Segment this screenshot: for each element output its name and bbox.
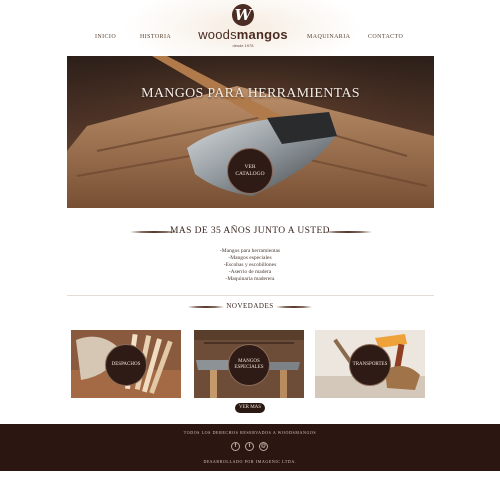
site-header: INICIO HISTORIA W woodsmangos desde 1978… [0,0,500,56]
news-card-mangos-especiales[interactable]: MANGOS ESPECIALES [194,330,304,398]
logo-name-light: woods [198,27,237,42]
news-card-despachos[interactable]: DESPACHOS [71,330,181,398]
feature-item: -Mangos especiales [228,255,272,261]
hero-title: MANGOS PARA HERRAMIENTAS [141,86,360,101]
logo-mark: W [232,4,254,26]
hero-banner: MANGOS PARA HERRAMIENTAS VER CATALOGO [67,56,434,208]
logo[interactable]: W woodsmangos desde 1978 [193,4,293,54]
footer-rights: TODOS LOS DERECHOS RESERVADOS A WOODSMAN… [183,430,317,435]
nav-inicio[interactable]: INICIO [95,34,116,40]
footer-credit: DESARROLLADO POR IMAGENIC LTDA. [203,459,297,464]
news-title: NOVEDADES [226,302,274,310]
card-label-mangos-especiales: MANGOS ESPECIALES [228,344,270,386]
feature-item: -Aserrio de madera [228,269,272,275]
facebook-icon[interactable]: f [231,442,240,451]
right-flourish [276,306,312,308]
features-list: -Mangos para herramientas -Mangos especi… [0,248,500,283]
logo-name-bold: mangos [236,27,288,42]
logo-since: desde 1978 [232,43,254,48]
email-icon[interactable]: @ [259,442,268,451]
news-card-transportes[interactable]: TRANSPORTES [315,330,425,398]
nav-maquinaria[interactable]: MAQUINARIA [307,34,350,40]
nav-historia[interactable]: HISTORIA [140,34,171,40]
card-label-transportes: TRANSPORTES [349,344,391,386]
about-title: MAS DE 35 AÑOS JUNTO A USTED [170,226,330,236]
logo-wordmark: woodsmangos [193,28,293,42]
feature-item: -Mangos para herramientas [219,248,281,254]
view-more-button[interactable]: VER MAS [235,403,265,413]
nav-contacto[interactable]: CONTACTO [368,34,403,40]
view-catalog-button[interactable]: VER CATALOGO [227,148,273,194]
twitter-icon[interactable]: t [245,442,254,451]
right-flourish [324,231,372,233]
card-label-despachos: DESPACHOS [105,344,147,386]
feature-item: -Escobas y escobillones [223,262,277,268]
section-divider [67,295,434,296]
feature-item: -Maquinaria maderera [225,276,275,282]
